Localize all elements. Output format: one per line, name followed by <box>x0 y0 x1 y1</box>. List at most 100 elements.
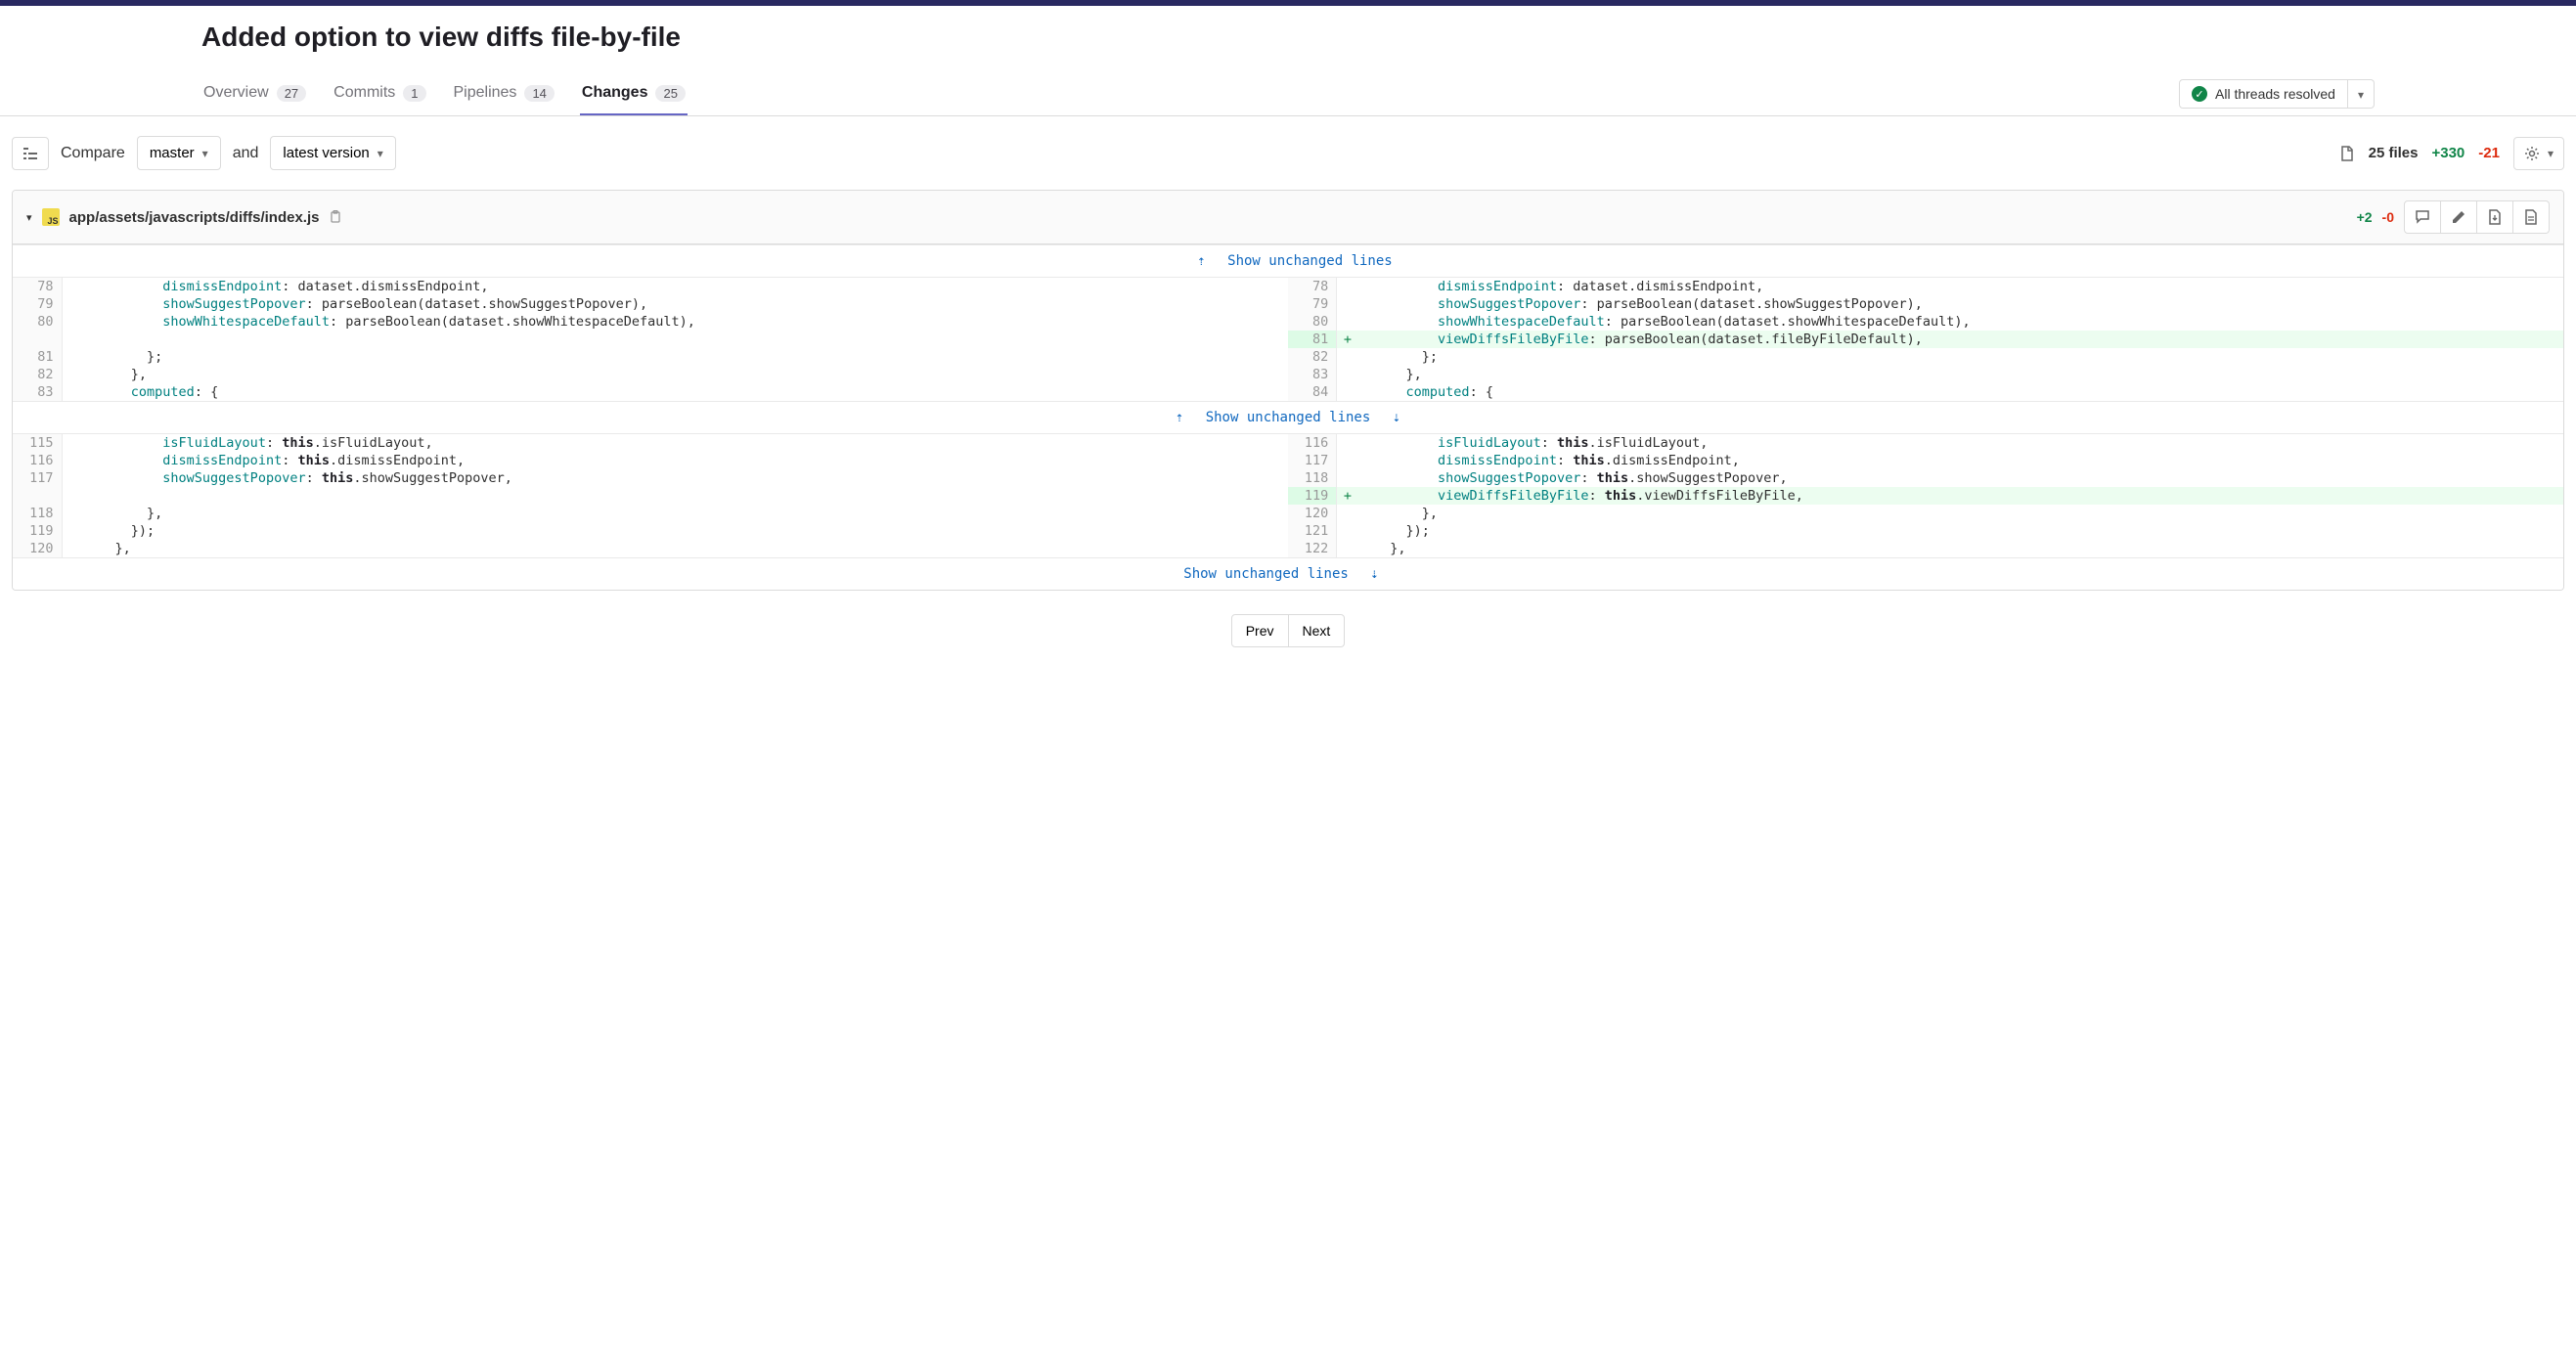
pencil-icon <box>2451 209 2466 225</box>
new-code: }); <box>1358 522 2563 540</box>
expand-down-icon: ⇣ <box>1370 566 1378 582</box>
new-line-number[interactable]: 116 <box>1288 434 1337 452</box>
new-line-number[interactable]: 83 <box>1288 366 1337 383</box>
old-line-number[interactable]: 117 <box>13 469 62 487</box>
diff-row: 81+ viewDiffsFileByFile: parseBoolean(da… <box>13 331 2563 348</box>
old-line-number[interactable]: 118 <box>13 505 62 522</box>
diff-hunk-1: 78 dismissEndpoint: dataset.dismissEndpo… <box>13 278 2563 401</box>
old-line-number[interactable]: 120 <box>13 540 62 557</box>
old-line-number[interactable]: 78 <box>13 278 62 295</box>
diff-file: ▾ JS app/assets/javascripts/diffs/index.… <box>12 190 2564 591</box>
new-line-number[interactable]: 119 <box>1288 487 1337 505</box>
chevron-down-icon: ▾ <box>378 147 383 160</box>
tab-count: 1 <box>403 85 425 102</box>
old-line-number[interactable]: 81 <box>13 348 62 366</box>
new-line-number[interactable]: 120 <box>1288 505 1337 522</box>
expand-up-icon: ⇡ <box>1176 410 1183 425</box>
diff-row: 119 });121 }); <box>13 522 2563 540</box>
files-count: 25 files <box>2369 145 2419 161</box>
new-line-number[interactable]: 117 <box>1288 452 1337 469</box>
new-code: }, <box>1358 366 2563 383</box>
new-line-number[interactable]: 79 <box>1288 295 1337 313</box>
diff-row: 115 isFluidLayout: this.isFluidLayout,11… <box>13 434 2563 452</box>
old-code: showSuggestPopover: parseBoolean(dataset… <box>83 295 1288 313</box>
diff-row: 79 showSuggestPopover: parseBoolean(data… <box>13 295 2563 313</box>
new-code: }, <box>1358 540 2563 557</box>
diff-settings-button[interactable]: ▾ <box>2513 137 2564 170</box>
total-deletions: -21 <box>2478 145 2500 161</box>
new-line-number[interactable]: 81 <box>1288 331 1337 348</box>
collapse-toggle[interactable]: ▾ <box>26 211 32 224</box>
pagination: Prev Next <box>0 606 2576 677</box>
mr-tabs: Overview 27 Commits 1 Pipelines 14 Chang… <box>201 72 688 115</box>
edit-button[interactable] <box>2441 200 2477 234</box>
copy-path-button[interactable] <box>329 210 342 224</box>
expand-up-icon: ⇡ <box>1197 253 1205 269</box>
old-line-number[interactable]: 116 <box>13 452 62 469</box>
old-line-number[interactable]: 79 <box>13 295 62 313</box>
new-line-number[interactable]: 122 <box>1288 540 1337 557</box>
new-line-number[interactable]: 82 <box>1288 348 1337 366</box>
file-icon <box>2339 146 2355 161</box>
old-code <box>83 487 1288 505</box>
new-code: }, <box>1358 505 2563 522</box>
expand-middle[interactable]: ⇡ Show unchanged lines ⇣ <box>13 401 2563 434</box>
clipboard-icon <box>329 210 342 224</box>
old-line-number[interactable] <box>13 487 62 505</box>
old-code: showSuggestPopover: this.showSuggestPopo… <box>83 469 1288 487</box>
show-unchanged-label: Show unchanged lines <box>1227 253 1393 269</box>
tab-label: Overview <box>203 84 269 102</box>
chevron-down-icon: ▾ <box>2358 88 2364 102</box>
new-code: viewDiffsFileByFile: this.viewDiffsFileB… <box>1358 487 2563 505</box>
tab-count: 14 <box>524 85 554 102</box>
old-line-number[interactable]: 115 <box>13 434 62 452</box>
new-code: }; <box>1358 348 2563 366</box>
threads-dropdown-toggle[interactable]: ▾ <box>2348 79 2375 109</box>
tab-pipelines[interactable]: Pipelines 14 <box>452 72 556 115</box>
new-line-number[interactable]: 121 <box>1288 522 1337 540</box>
target-version-select[interactable]: latest version ▾ <box>270 136 395 170</box>
view-file-button[interactable] <box>2513 200 2550 234</box>
old-code: }, <box>83 366 1288 383</box>
tab-overview[interactable]: Overview 27 <box>201 72 308 115</box>
threads-resolved-label: All threads resolved <box>2215 86 2335 102</box>
open-raw-button[interactable] <box>2477 200 2513 234</box>
document-icon <box>2523 209 2539 225</box>
new-code: dismissEndpoint: this.dismissEndpoint, <box>1358 452 2563 469</box>
merge-request-header: Added option to view diffs file-by-file … <box>0 6 2576 116</box>
old-line-number[interactable]: 119 <box>13 522 62 540</box>
old-line-number[interactable] <box>13 331 62 348</box>
and-label: and <box>233 145 259 162</box>
old-code: }, <box>83 505 1288 522</box>
base-branch-select[interactable]: master ▾ <box>137 136 221 170</box>
diff-row: 80 showWhitespaceDefault: parseBoolean(d… <box>13 313 2563 331</box>
tab-label: Pipelines <box>454 84 517 102</box>
diff-row: 116 dismissEndpoint: this.dismissEndpoin… <box>13 452 2563 469</box>
show-unchanged-label: Show unchanged lines <box>1206 410 1371 425</box>
old-code: }); <box>83 522 1288 540</box>
chevron-down-icon: ▾ <box>2548 147 2554 160</box>
diff-row: 81 };82 }; <box>13 348 2563 366</box>
prev-button[interactable]: Prev <box>1231 614 1289 647</box>
external-file-icon <box>2487 209 2503 225</box>
comment-button[interactable] <box>2404 200 2441 234</box>
file-tree-toggle[interactable] <box>12 137 49 170</box>
gear-icon <box>2524 146 2540 161</box>
diff-toolbar: Compare master ▾ and latest version ▾ 25… <box>0 116 2576 190</box>
expand-top[interactable]: ⇡ Show unchanged lines <box>13 244 2563 278</box>
next-button[interactable]: Next <box>1289 614 1346 647</box>
base-branch-label: master <box>150 145 195 161</box>
old-line-number[interactable]: 83 <box>13 383 62 401</box>
old-line-number[interactable]: 82 <box>13 366 62 383</box>
new-line-number[interactable]: 84 <box>1288 383 1337 401</box>
file-actions <box>2404 200 2550 234</box>
tab-changes[interactable]: Changes 25 <box>580 72 688 115</box>
old-code: dismissEndpoint: dataset.dismissEndpoint… <box>83 278 1288 295</box>
expand-bottom[interactable]: Show unchanged lines ⇣ <box>13 557 2563 590</box>
old-line-number[interactable]: 80 <box>13 313 62 331</box>
tab-commits[interactable]: Commits 1 <box>332 72 427 115</box>
new-line-number[interactable]: 78 <box>1288 278 1337 295</box>
tab-count: 27 <box>277 85 306 102</box>
new-line-number[interactable]: 118 <box>1288 469 1337 487</box>
new-line-number[interactable]: 80 <box>1288 313 1337 331</box>
